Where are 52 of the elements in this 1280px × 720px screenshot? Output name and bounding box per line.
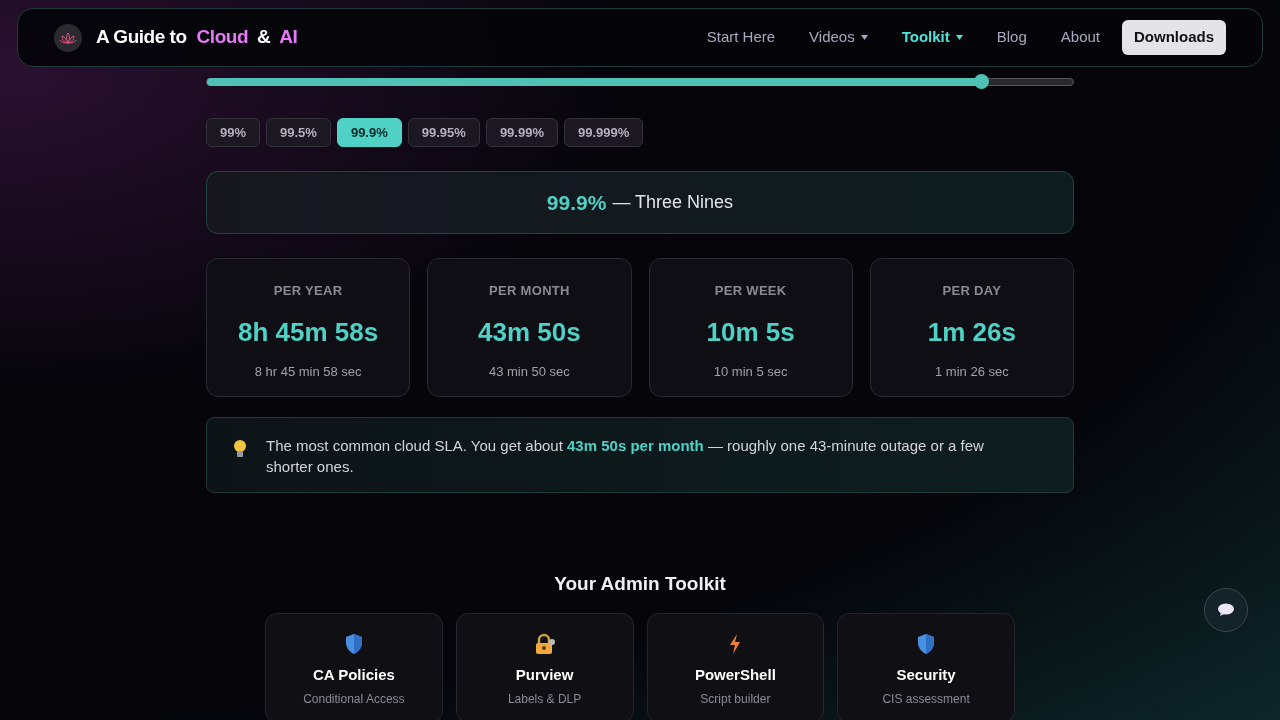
downtime-value: 43m 50s [478, 315, 581, 349]
period-label: PER DAY [942, 282, 1002, 300]
tool-title: CA Policies [312, 664, 395, 685]
sla-name: — Three Nines [612, 191, 734, 214]
tool-card[interactable]: Purview Labels & DLP [455, 612, 634, 720]
tool-card[interactable]: CA Policies Conditional Access [265, 612, 443, 720]
brand-joiner: & [257, 25, 271, 50]
slider-thumb[interactable] [974, 74, 990, 89]
tool-title: PowerShell [694, 664, 776, 685]
chat-button[interactable] [1204, 588, 1248, 632]
brand-title: A Guide to [96, 25, 187, 50]
downtime-value: 10m 5s [706, 315, 795, 349]
section-heading: Your Admin Toolkit [554, 572, 726, 596]
downtime-detail: 10 min 5 sec [713, 362, 788, 381]
preset-button[interactable]: 99.999% [563, 118, 644, 147]
downtime-value: 1m 26s [927, 315, 1016, 349]
sla-value: 99.9% [546, 189, 607, 216]
padlock-icon [533, 631, 556, 656]
downtime-detail: 43 min 50 sec [488, 362, 570, 381]
downloads-button[interactable]: Downloads [1122, 20, 1226, 55]
nav-link[interactable]: Videos [809, 26, 868, 49]
tool-title: Security [896, 664, 956, 685]
tool-title: Purview [515, 664, 574, 685]
preset-button[interactable]: 99.99% [485, 118, 558, 147]
preset-button[interactable]: 99.9% [336, 118, 402, 147]
lightbulb-icon [232, 439, 248, 459]
period-label: PER YEAR [273, 282, 343, 300]
preset-button[interactable]: 99.95% [407, 118, 480, 147]
tool-subtitle: Conditional Access [303, 691, 405, 708]
nav-link[interactable]: About [1060, 26, 1100, 49]
tool-subtitle: Labels & DLP [507, 691, 582, 708]
downtime-detail: 1 min 26 sec [935, 362, 1009, 381]
tool-subtitle: CIS assessment [882, 691, 970, 708]
shield-icon [917, 631, 936, 656]
period-label: PER MONTH [488, 282, 570, 300]
downtime-value: 8h 45m 58s [238, 315, 379, 349]
preset-button[interactable]: 99% [206, 118, 261, 147]
downtime-detail: 8 hr 45 min 58 sec [254, 362, 362, 381]
tool-card[interactable]: Security CIS assessment [837, 612, 1015, 720]
nav-link[interactable]: Start Here [706, 26, 776, 49]
preset-button[interactable]: 99.5% [266, 118, 331, 147]
speech-bubble-icon [1217, 603, 1235, 617]
tool-subtitle: Script builder [700, 691, 771, 708]
nav-link[interactable]: Blog [996, 26, 1027, 49]
shield-icon [344, 631, 363, 656]
period-label: PER WEEK [714, 282, 787, 300]
tool-card[interactable]: PowerShell Script builder [646, 612, 825, 720]
nav-link[interactable]: Toolkit [901, 26, 963, 49]
brand-highlight: AI [279, 25, 298, 50]
lotus-logo-icon[interactable] [54, 23, 82, 52]
brand-highlight: Cloud [196, 25, 249, 50]
tip-text: The most common cloud SLA. You get about 43m 50s per month — roughly one 43-minute outage or a few shorter ones. [266, 436, 985, 477]
